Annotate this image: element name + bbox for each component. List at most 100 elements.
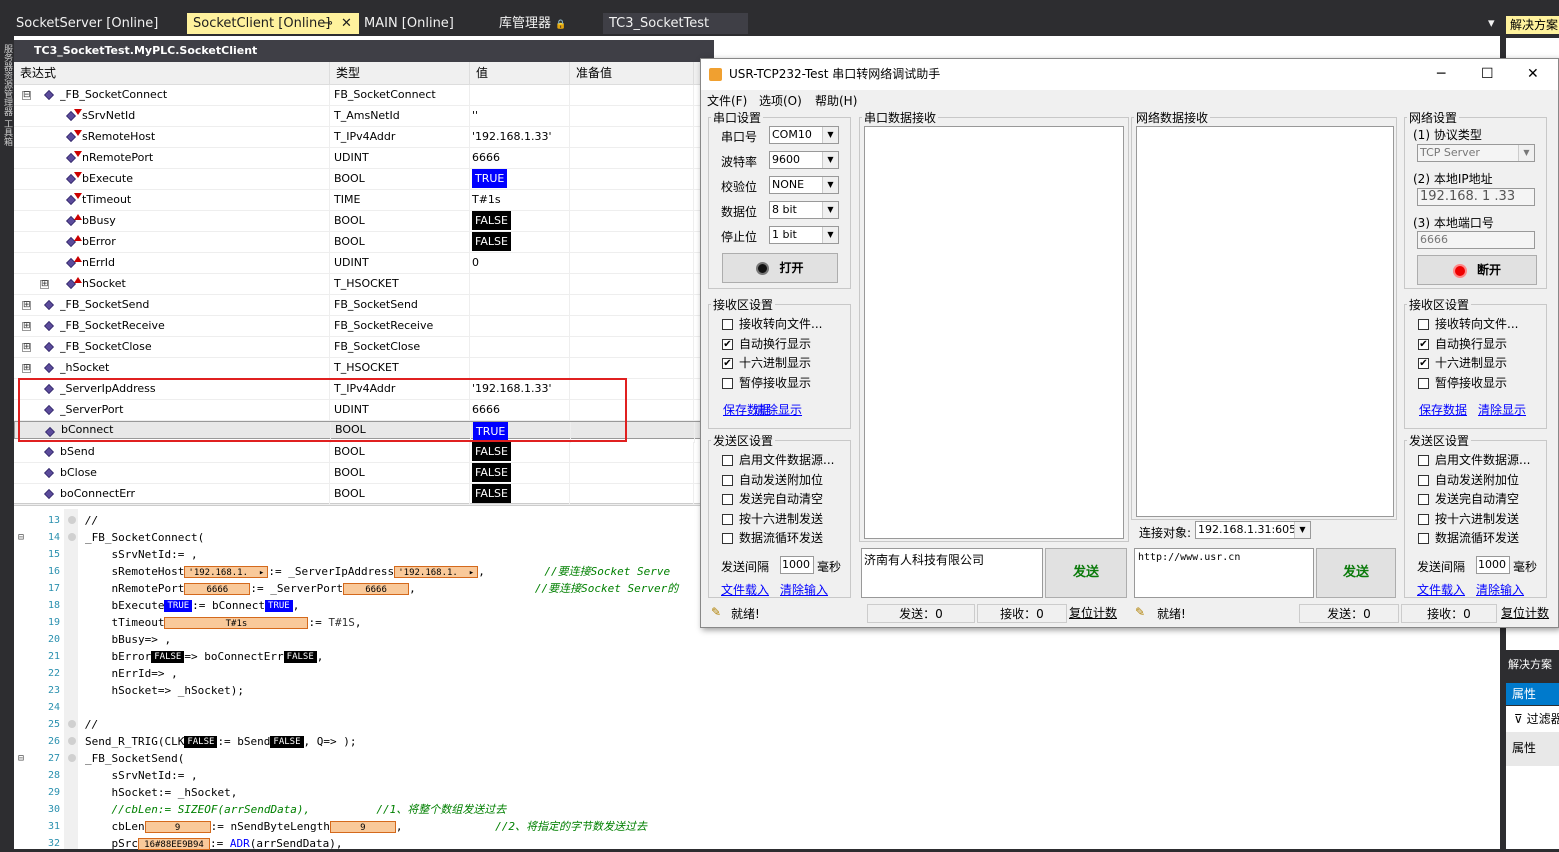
cell-prepared-value[interactable] — [570, 211, 694, 232]
tab-socketclient[interactable]: SocketClient [Online] ⊸ ✕ — [187, 13, 359, 34]
tab-tc3-sockettest[interactable]: TC3_SocketTest — [603, 13, 748, 34]
open-port-button[interactable]: 打开 — [722, 253, 838, 283]
file-load-link[interactable]: 文件载入 — [721, 581, 769, 598]
option-checkbox[interactable]: 自动发送附加位 — [1418, 473, 1519, 487]
cell-prepared-value[interactable] — [570, 295, 694, 316]
cell-prepared-value[interactable] — [570, 232, 694, 253]
breakpoint-marker-icon[interactable] — [68, 805, 76, 813]
breakpoint-marker-icon[interactable] — [68, 550, 76, 558]
code-line[interactable]: 27 ⊟ _FB_SocketSend( — [14, 750, 700, 767]
code-line[interactable]: 14 ⊟ _FB_SocketConnect( — [14, 529, 700, 546]
interval-input[interactable]: 1000 — [780, 556, 814, 574]
connection-target-select[interactable]: 192.168.1.31:60555 ▼ — [1195, 521, 1311, 539]
table-row[interactable]: sSrvNetId T_AmsNetId '' — [14, 106, 704, 127]
breakpoint-marker-icon[interactable] — [68, 771, 76, 779]
code-line[interactable]: 24 — [14, 699, 700, 716]
table-row[interactable]: bSend BOOL FALSE — [14, 442, 704, 463]
tab-library-manager[interactable]: 库管理器 🔒 — [493, 13, 603, 34]
code-line[interactable]: 31 cbLen 9:= nSendByteLength 9, //2、将指定的字节… — [14, 818, 700, 835]
clear-display-link[interactable]: 清除显示 — [1478, 401, 1526, 418]
code-line[interactable]: 26 Send_R_TRIG(CLK FALSE:= bSend FALSE, Q=>… — [14, 733, 700, 750]
network-send-input[interactable]: http://www.usr.cn — [1134, 548, 1314, 598]
breakpoint-marker-icon[interactable] — [68, 788, 76, 796]
fold-toggle-icon[interactable]: ⊟ — [18, 750, 24, 767]
table-row[interactable]: ⊞ _hSocket T_HSOCKET — [14, 358, 704, 379]
clear-display-link[interactable]: 清除显示 — [753, 401, 802, 418]
close-icon[interactable]: ✕ — [341, 13, 352, 34]
col-expression[interactable]: 表达式 — [14, 62, 330, 85]
expand-toggle-icon[interactable]: ⊟ — [22, 91, 31, 100]
serial-setting-select[interactable]: COM10 ▼ — [769, 126, 839, 144]
breakpoint-marker-icon[interactable] — [68, 601, 76, 609]
table-row[interactable]: ⊞ _FB_SocketSend FB_SocketSend — [14, 295, 704, 316]
table-row[interactable]: nErrId UDINT 0 — [14, 253, 704, 274]
breakpoint-marker-icon[interactable] — [68, 618, 76, 626]
cell-prepared-value[interactable] — [570, 463, 694, 484]
col-prepared-value[interactable]: 准备值 — [570, 62, 694, 85]
solution-explorer-tab[interactable]: 解决方案 — [1508, 656, 1552, 672]
cell-prepared-value[interactable] — [570, 253, 694, 274]
breakpoint-marker-icon[interactable] — [68, 822, 76, 830]
network-reset-count[interactable]: 复位计数 — [1501, 604, 1549, 621]
cell-prepared-value[interactable] — [570, 106, 694, 127]
menu-file[interactable]: 文件(F) — [707, 91, 747, 111]
cell-prepared-value[interactable] — [570, 316, 694, 337]
code-line[interactable]: 32 pSrc 16#88EE9B94:= ADR(arrSendData), — [14, 835, 700, 852]
option-checkbox[interactable]: ✔ 十六进制显示 — [722, 356, 811, 370]
solution-explorer-title[interactable]: 解决方案 — [1506, 16, 1559, 34]
left-tool-strip[interactable]: 服务器资源管理器 工具箱 — [0, 34, 13, 849]
close-icon[interactable]: ✕ — [1527, 59, 1539, 90]
code-line[interactable]: 17 nRemotePort 6666:= _ServerPort 6666, //… — [14, 580, 700, 597]
serial-send-input[interactable]: 济南有人科技有限公司 — [861, 548, 1043, 598]
breakpoint-marker-icon[interactable] — [68, 754, 76, 762]
serial-receive-area[interactable] — [864, 126, 1124, 539]
table-row[interactable]: ⊟ _FB_SocketConnect FB_SocketConnect — [14, 85, 704, 106]
breakpoint-marker-icon[interactable] — [68, 652, 76, 660]
option-checkbox[interactable]: 按十六进制发送 — [1418, 512, 1519, 526]
menu-help[interactable]: 帮助(H) — [815, 91, 857, 111]
pin-icon[interactable]: ⊸ — [322, 13, 333, 34]
option-checkbox[interactable]: ✔ 自动换行显示 — [722, 337, 811, 351]
table-row[interactable]: bClose BOOL FALSE — [14, 463, 704, 484]
interval-input[interactable]: 1000 — [1476, 556, 1510, 574]
table-row[interactable]: ⊞ _FB_SocketClose FB_SocketClose — [14, 337, 704, 358]
code-line[interactable]: 21 bError FALSE => boConnectErr FALSE, — [14, 648, 700, 665]
save-data-link[interactable]: 保存数据 — [1419, 401, 1467, 418]
menu-options[interactable]: 选项(O) — [759, 91, 802, 111]
serial-setting-select[interactable]: NONE ▼ — [769, 176, 839, 194]
breakpoint-marker-icon[interactable] — [68, 839, 76, 847]
table-row[interactable]: tTimeout TIME T#1s — [14, 190, 704, 211]
code-line[interactable]: 15 sSrvNetId:= , — [14, 546, 700, 563]
cell-prepared-value[interactable] — [570, 442, 694, 463]
protocol-select[interactable]: TCP Server ▼ — [1417, 144, 1535, 162]
breakpoint-marker-icon[interactable] — [68, 703, 76, 711]
cell-prepared-value[interactable] — [570, 190, 694, 211]
option-checkbox[interactable]: 数据流循环发送 — [1418, 531, 1519, 545]
breakpoint-marker-icon[interactable] — [68, 567, 76, 575]
table-row[interactable]: bError BOOL FALSE — [14, 232, 704, 253]
code-editor[interactable]: 13 // 14 ⊟ _FB_SocketConnect(15 sSrvNetId:= … — [14, 509, 700, 852]
option-checkbox[interactable]: 接收转向文件... — [722, 317, 822, 331]
expand-toggle-icon[interactable]: ⊞ — [22, 343, 31, 352]
cell-prepared-value[interactable] — [570, 85, 694, 106]
table-row[interactable]: bBusy BOOL FALSE — [14, 211, 704, 232]
disconnect-button[interactable]: 断开 — [1417, 255, 1537, 285]
breakpoint-marker-icon[interactable] — [68, 737, 76, 745]
fold-toggle-icon[interactable]: ⊟ — [18, 529, 24, 546]
code-line[interactable]: 25 // — [14, 716, 700, 733]
col-type[interactable]: 类型 — [330, 62, 470, 85]
code-line[interactable]: 30 //cbLen:= SIZEOF(arrSendData), //1、将整… — [14, 801, 700, 818]
breakpoint-marker-icon[interactable] — [68, 516, 76, 524]
serial-setting-select[interactable]: 9600 ▼ — [769, 151, 839, 169]
tab-overflow-icon[interactable]: ▾ — [1482, 13, 1500, 34]
minimize-icon[interactable]: ─ — [1437, 59, 1445, 90]
breakpoint-marker-icon[interactable] — [68, 686, 76, 694]
local-port-input[interactable]: 6666 — [1417, 231, 1535, 249]
table-row[interactable]: nRemotePort UDINT 6666 — [14, 148, 704, 169]
tab-socketserver[interactable]: SocketServer [Online] — [10, 13, 180, 34]
code-line[interactable]: 13 // — [14, 512, 700, 529]
expand-toggle-icon[interactable]: ⊞ — [22, 364, 31, 373]
col-value[interactable]: 值 — [470, 62, 570, 85]
serial-reset-count[interactable]: 复位计数 — [1069, 604, 1117, 621]
cell-prepared-value[interactable] — [570, 274, 694, 295]
